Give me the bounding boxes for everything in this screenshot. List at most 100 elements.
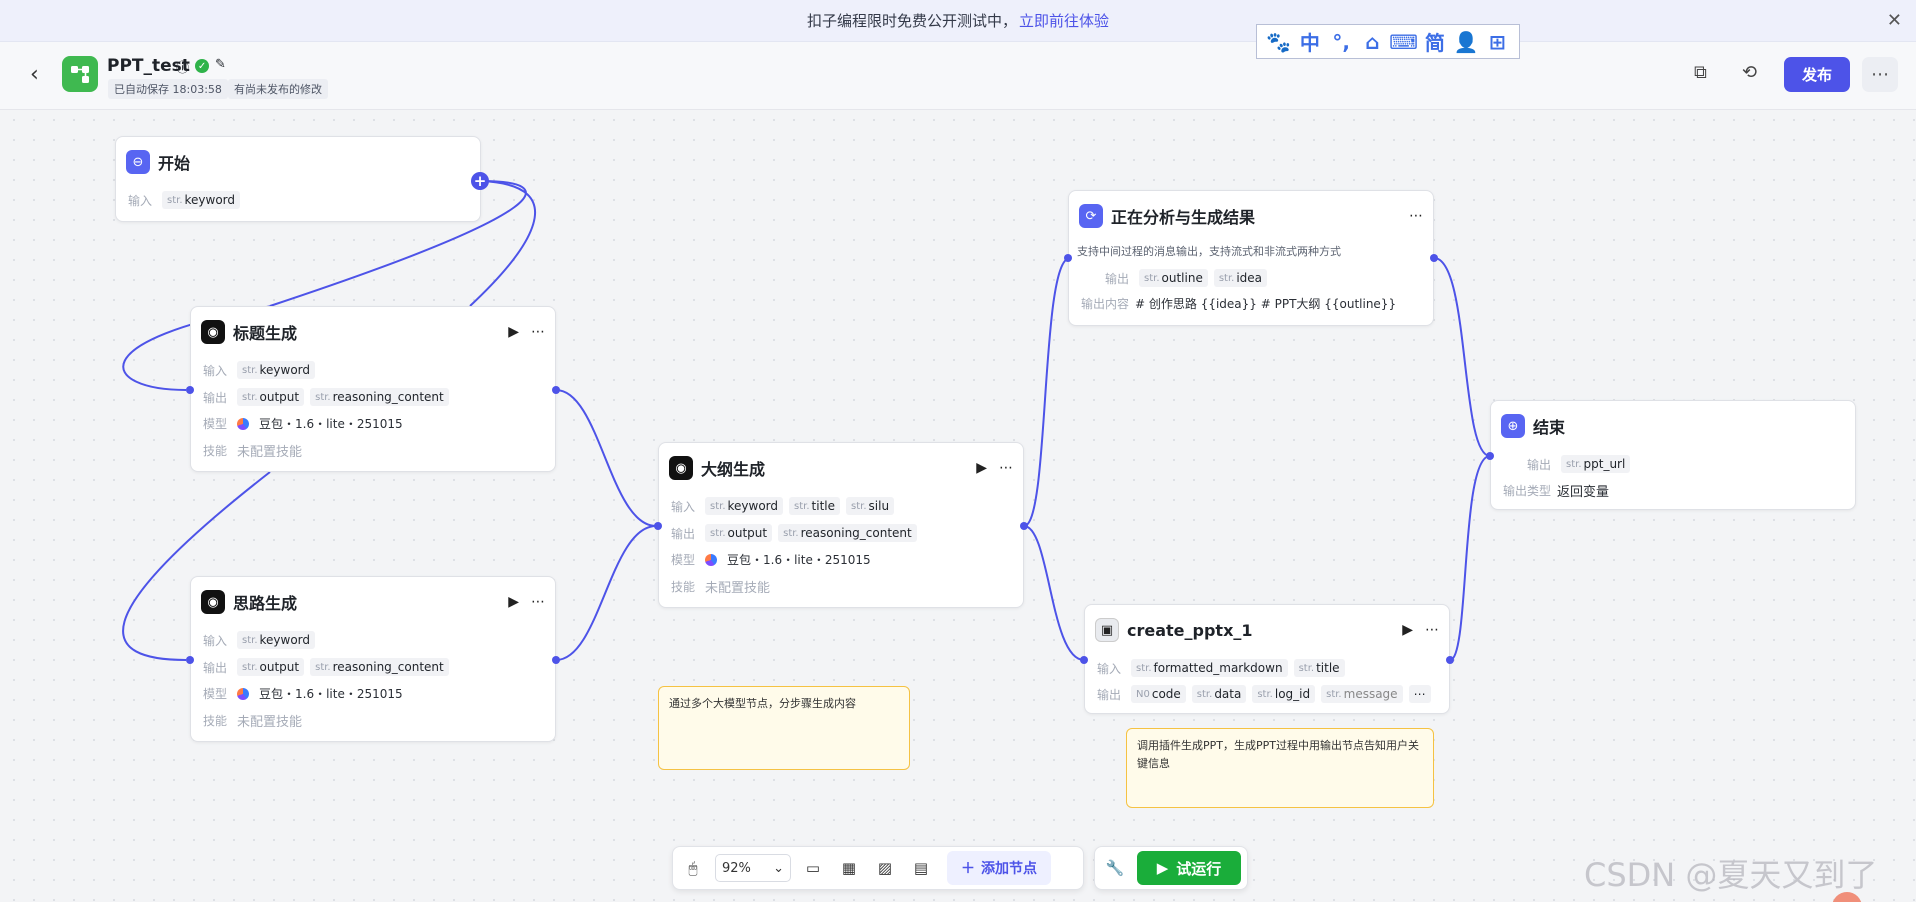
ime-toolbox-icon[interactable]: ⌂ xyxy=(1359,30,1385,54)
doubao-icon xyxy=(237,417,249,430)
edit-icon[interactable]: ✎ xyxy=(215,57,226,76)
mouse-mode-icon[interactable]: 🖱 xyxy=(679,854,707,882)
more-vars-icon[interactable]: ⋯ xyxy=(1408,685,1431,703)
node-end[interactable]: ⊕ 结束 输出 str. ppt_url 输出类型 返回变量 xyxy=(1490,400,1856,510)
ime-chinese-icon[interactable]: 中 xyxy=(1297,27,1323,56)
output-label: 输出 xyxy=(203,390,228,405)
plugin-icon: ▣ xyxy=(1095,618,1119,642)
watermark: CSDN @夏天又到了 xyxy=(1584,856,1878,894)
node-idea-gen[interactable]: ◉ 思路生成 ▶ ⋯ 输入 str. keyword 输出 str. output str.… xyxy=(190,576,556,742)
var-chip: str. reasoning_content xyxy=(310,658,449,676)
input-port[interactable] xyxy=(1064,254,1072,262)
more-icon[interactable]: ⋯ xyxy=(1409,208,1423,224)
history-icon[interactable]: ⟲ xyxy=(1742,62,1757,83)
node-create-pptx[interactable]: ▣ create_pptx_1 ▶ ⋯ 输入 str. formatted_markd… xyxy=(1084,604,1450,714)
info-icon[interactable]: ⓘ xyxy=(176,57,189,76)
output-port[interactable] xyxy=(1430,254,1438,262)
chevron-down-icon: ⌄ xyxy=(773,860,784,876)
node-title: 思路生成 xyxy=(233,594,298,613)
llm-icon: ◉ xyxy=(669,456,693,480)
run-icon[interactable]: ▶ xyxy=(976,460,987,476)
node-outline-gen[interactable]: ◉ 大纲生成 ▶ ⋯ 输入 str. keyword str. title str. s… xyxy=(658,442,1024,608)
ime-toolbar[interactable]: 🐾 中 °, ⌂ ⌨ 简 👤 ⊞ xyxy=(1256,24,1520,59)
add-node-button[interactable]: ＋ 添加节点 xyxy=(947,851,1051,885)
comment-icon[interactable]: ▭ xyxy=(799,854,827,882)
skill-value: 未配置技能 xyxy=(237,445,303,460)
more-icon[interactable]: ⋯ xyxy=(999,460,1013,476)
node-title: 开始 xyxy=(158,154,191,173)
var-chip: str. title xyxy=(1293,659,1345,677)
wrench-icon[interactable]: 🔧 xyxy=(1101,854,1129,882)
input-port[interactable] xyxy=(186,656,194,664)
output-port[interactable] xyxy=(1446,656,1454,664)
publish-button[interactable]: 发布 xyxy=(1784,57,1850,92)
test-run-button[interactable]: ▶ 试运行 xyxy=(1137,851,1241,885)
ime-keyboard-icon[interactable]: ⌨ xyxy=(1389,30,1418,54)
canvas-toolbar: 🖱 92% ⌄ ▭ ▦ ▨ ▤ ＋ 添加节点 xyxy=(672,846,1084,890)
note-llm-steps[interactable]: 通过多个大模型节点，分步骤生成内容 xyxy=(658,686,910,770)
model-value: 豆包・1.6・lite・251015 xyxy=(259,417,403,431)
input-port[interactable] xyxy=(1486,452,1494,460)
var-chip: str. keyword xyxy=(237,361,316,379)
output-port[interactable] xyxy=(552,386,560,394)
minimap-icon[interactable]: ▤ xyxy=(907,854,935,882)
node-title: 结束 xyxy=(1533,418,1566,437)
output-label: 输出 xyxy=(1527,457,1552,472)
output-port[interactable] xyxy=(1020,522,1028,530)
node-title: 大纲生成 xyxy=(701,460,766,479)
ime-simplified-icon[interactable]: 简 xyxy=(1422,27,1448,56)
input-port[interactable] xyxy=(654,522,662,530)
var-chip: str. keyword xyxy=(162,191,241,209)
node-title-gen[interactable]: ◉ 标题生成 ▶ ⋯ 输入 str. keyword 输出 str. output str.… xyxy=(190,306,556,472)
ime-grid-icon[interactable]: ⊞ xyxy=(1484,30,1510,54)
node-title: create_pptx_1 xyxy=(1127,620,1253,640)
start-icon: ⊖ xyxy=(126,150,150,174)
output-label: 输出 xyxy=(1097,687,1122,702)
output-label: 输出 xyxy=(671,526,696,541)
node-analysis[interactable]: ⟳ 正在分析与生成结果 ⋯ 支持中间过程的消息输出，支持流式和非流式两种方式 输… xyxy=(1068,190,1434,326)
more-icon[interactable]: ⋯ xyxy=(1425,622,1439,638)
ime-user-icon[interactable]: 👤 xyxy=(1453,30,1479,54)
run-icon[interactable]: ▶ xyxy=(1402,622,1413,638)
banner-link[interactable]: 立即前往体验 xyxy=(1019,10,1109,31)
more-icon[interactable]: ⋯ xyxy=(531,324,545,340)
more-icon[interactable]: ⋯ xyxy=(531,594,545,610)
check-icon: ✓ xyxy=(195,59,210,73)
var-chip: str. reasoning_content xyxy=(310,388,449,406)
var-chip: str. output xyxy=(237,658,305,676)
run-toolbar: 🔧 ▶ 试运行 xyxy=(1094,846,1248,890)
var-chip: str. title xyxy=(789,497,841,515)
layout-icon[interactable]: ▦ xyxy=(835,854,863,882)
content-value: # 创作思路 {{idea}} # PPT大纲 {{outline}} xyxy=(1135,297,1397,311)
more-icon[interactable]: ⋯ xyxy=(1862,57,1898,92)
add-branch-icon[interactable]: + xyxy=(471,172,489,190)
var-chip: str. silu xyxy=(846,497,895,515)
var-chip: str. idea xyxy=(1213,269,1268,287)
note-plugin[interactable]: 调用插件生成PPT，生成PPT过程中用输出节点告知用户关键信息 xyxy=(1126,728,1434,808)
model-label: 模型 xyxy=(203,687,228,701)
back-icon[interactable]: ‹ xyxy=(30,62,39,87)
ime-punct-icon[interactable]: °, xyxy=(1328,30,1354,54)
node-title: 正在分析与生成结果 xyxy=(1111,208,1256,227)
var-chip: str. reasoning_content xyxy=(778,524,917,542)
copy-icon[interactable]: ⧉ xyxy=(1694,62,1707,83)
type-value: 返回变量 xyxy=(1557,485,1610,500)
input-port[interactable] xyxy=(186,386,194,394)
var-chip: str. ppt_url xyxy=(1561,455,1631,473)
output-port[interactable] xyxy=(552,656,560,664)
model-label: 模型 xyxy=(203,417,228,431)
node-start[interactable]: ⊖ 开始 输入 str. keyword xyxy=(115,136,481,222)
run-icon[interactable]: ▶ xyxy=(508,324,519,340)
run-icon[interactable]: ▶ xyxy=(508,594,519,610)
input-port[interactable] xyxy=(1080,656,1088,664)
close-icon[interactable]: ✕ xyxy=(1887,10,1902,31)
skill-label: 技能 xyxy=(671,580,696,594)
type-label: 输出类型 xyxy=(1503,484,1552,498)
add-node-label: 添加节点 xyxy=(981,861,1037,877)
zoom-select[interactable]: 92% ⌄ xyxy=(715,854,791,882)
var-chip: N0 code xyxy=(1131,685,1186,703)
image-icon[interactable]: ▨ xyxy=(871,854,899,882)
ime-paw-icon[interactable]: 🐾 xyxy=(1266,30,1292,54)
doubao-icon xyxy=(237,687,249,700)
autosave-tag: 已自动保存 18:03:58 xyxy=(108,79,228,99)
